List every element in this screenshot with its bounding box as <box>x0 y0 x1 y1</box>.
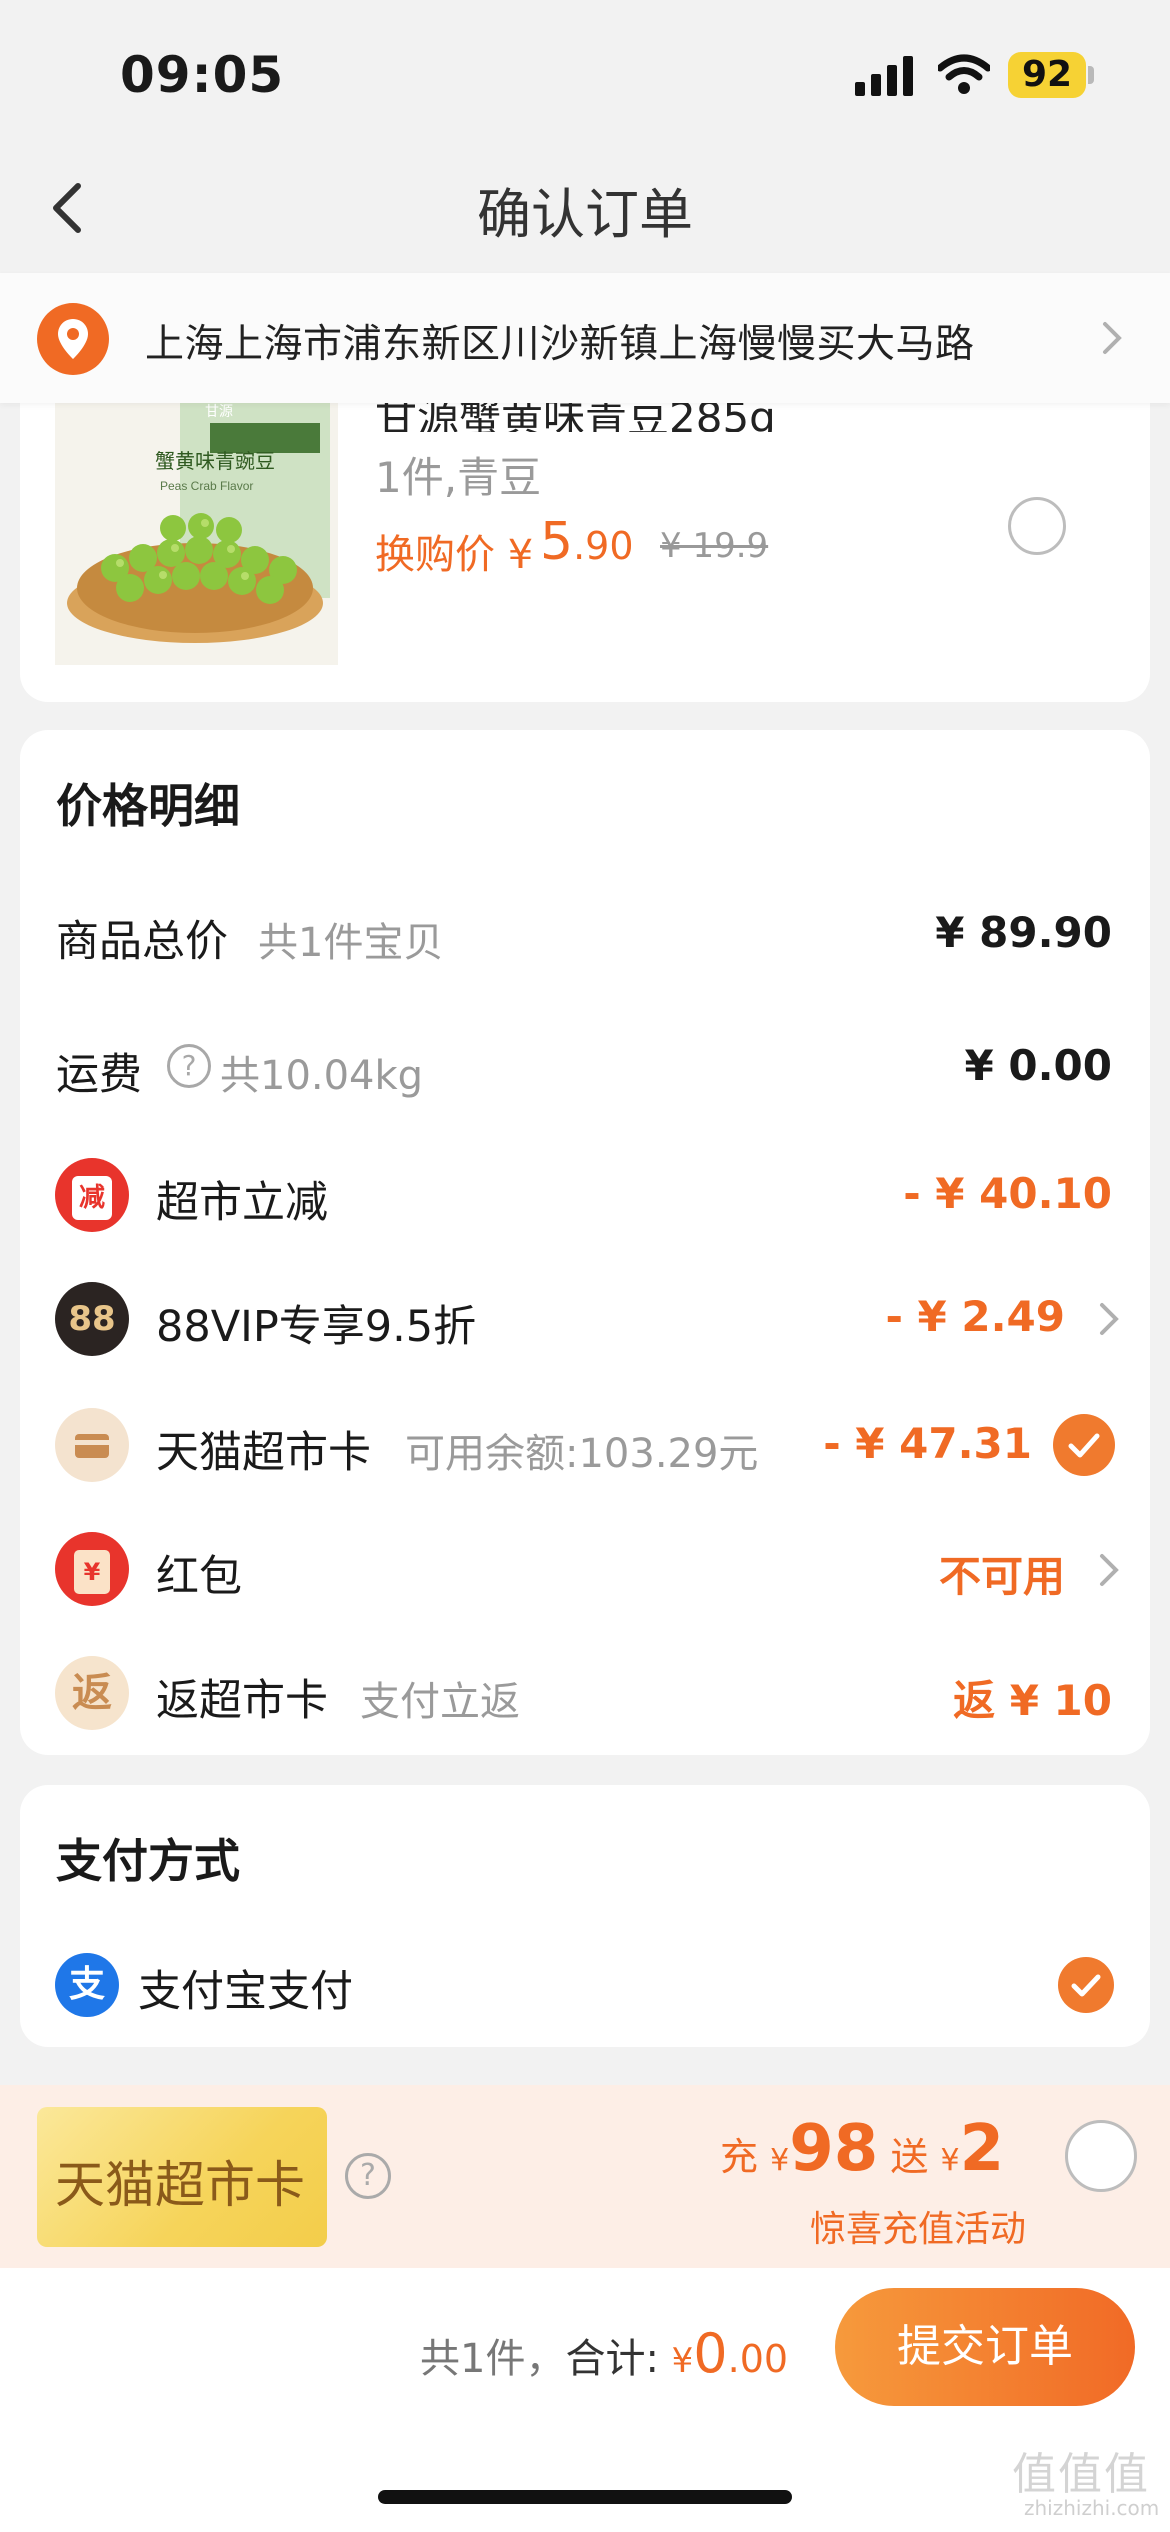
discount-badge-text: 减 <box>72 1176 112 1220</box>
red-envelope-text: ¥ <box>74 1550 110 1594</box>
shipping-fee-value: ¥ 0.00 <box>964 1041 1112 1090</box>
exchange-price-dec: .90 <box>573 524 634 568</box>
price-row-label: 商品总价 <box>56 917 228 967</box>
gift-label: 送 <box>890 2135 929 2179</box>
charge-currency: ¥ <box>770 2143 790 2178</box>
alipay-icon: 支 <box>55 1953 119 2017</box>
price-row-label: 返超市卡 <box>156 1676 328 1726</box>
promo-subtitle: 惊喜充值活动 <box>810 2209 1027 2250</box>
checked-circle-icon[interactable] <box>1058 1957 1114 2013</box>
location-pin-icon <box>37 303 109 375</box>
cashback-value: 返 ¥ 10 <box>953 1676 1112 1725</box>
red-envelope-icon: ¥ <box>55 1532 129 1606</box>
product-spec: 1件,青豆 <box>375 453 542 502</box>
submit-order-button[interactable]: 提交订单 <box>835 2288 1135 2406</box>
recharge-offer: 充 ¥98 送 ¥2 <box>720 2112 1004 2186</box>
red-packet-value[interactable]: 不可用 <box>939 1543 1065 1604</box>
price-row-label: 88VIP专享9.5折 <box>156 1302 477 1352</box>
vip-discount-value[interactable]: - ¥ 2.49 <box>885 1292 1065 1341</box>
charge-label: 充 <box>720 2135 759 2179</box>
home-indicator[interactable] <box>378 2490 792 2504</box>
watermark: 值值值 <box>1012 2449 1150 2500</box>
help-question-icon[interactable]: ? <box>345 2153 391 2199</box>
original-price: ¥ 19.9 <box>660 526 769 566</box>
goods-total-value: ¥ 89.90 <box>935 908 1112 957</box>
price-row-label: 天猫超市卡 <box>156 1428 371 1478</box>
order-total: 共1件，合计: ¥0.00 <box>420 2322 788 2385</box>
promo-card-text: 天猫超市卡 <box>55 2156 305 2214</box>
price-row-sub: 共10.04kg <box>220 1053 424 1099</box>
discount-badge-icon: 减 <box>55 1158 129 1232</box>
package-subtitle: Peas Crab Flavor <box>160 479 253 493</box>
price-row-label: 红包 <box>156 1552 242 1602</box>
item-count: 共1件， <box>420 2336 566 2382</box>
package-brand: 甘源 <box>205 403 233 419</box>
price-row-sub: 可用余额:103.29元 <box>405 1431 759 1477</box>
price-row-label: 运费 <box>56 1050 142 1100</box>
total-int: 0 <box>693 2322 728 2385</box>
charge-amount: 98 <box>789 2112 879 2186</box>
wifi-icon <box>938 54 990 94</box>
chevron-right-icon[interactable] <box>1094 1550 1124 1590</box>
total-dec: .00 <box>727 2337 789 2381</box>
gift-currency: ¥ <box>940 2143 960 2178</box>
total-label: 合计: <box>565 2336 659 2382</box>
tmall-card-value: - ¥ 47.31 <box>823 1419 1032 1468</box>
green-peas-package-image: 甘源 蟹黄味青豌豆 Peas Crab Flavor <box>67 398 330 643</box>
status-time: 09:05 <box>120 46 285 104</box>
price-row-sub: 共1件宝贝 <box>258 920 444 966</box>
cashback-badge-icon: 返 <box>55 1656 129 1730</box>
exchange-price: 5.90 <box>540 512 634 572</box>
exchange-price-int: 5 <box>540 512 574 572</box>
payment-title: 支付方式 <box>56 1834 240 1888</box>
vip88-icon: 88 <box>55 1282 129 1356</box>
package-label: 蟹黄味青豌豆 <box>155 450 275 473</box>
cellular-signal-icon <box>855 56 913 96</box>
exchange-price-label: 换购价 ¥ <box>375 532 534 578</box>
total-currency: ¥ <box>671 2341 694 2381</box>
card-wallet-icon <box>55 1408 129 1482</box>
price-row-label: 超市立减 <box>156 1178 328 1228</box>
address-text: 上海上海市浦东新区川沙新镇上海慢慢买大马路 <box>145 322 975 367</box>
product-image[interactable]: 甘源 蟹黄味青豌豆 Peas Crab Flavor <box>55 398 338 665</box>
price-row-sub: 支付立返 <box>360 1679 520 1725</box>
payment-method-label[interactable]: 支付宝支付 <box>138 1957 353 2019</box>
gift-amount: 2 <box>959 2112 1005 2186</box>
supermarket-discount-value: - ¥ 40.10 <box>903 1169 1112 1218</box>
price-detail-title: 价格明细 <box>56 779 240 833</box>
checked-circle-icon[interactable] <box>1053 1414 1115 1476</box>
battery-level: 92 <box>1008 52 1086 98</box>
chevron-right-icon[interactable] <box>1094 1299 1124 1339</box>
chevron-right-icon <box>1103 322 1122 354</box>
help-question-icon[interactable]: ? <box>167 1044 211 1088</box>
recharge-select-radio[interactable] <box>1065 2120 1137 2192</box>
page-title: 确认订单 <box>477 183 693 246</box>
battery-tip <box>1088 66 1094 84</box>
watermark-url: zhizhizhi.com <box>1024 2496 1160 2520</box>
product-select-radio[interactable] <box>1008 497 1066 555</box>
